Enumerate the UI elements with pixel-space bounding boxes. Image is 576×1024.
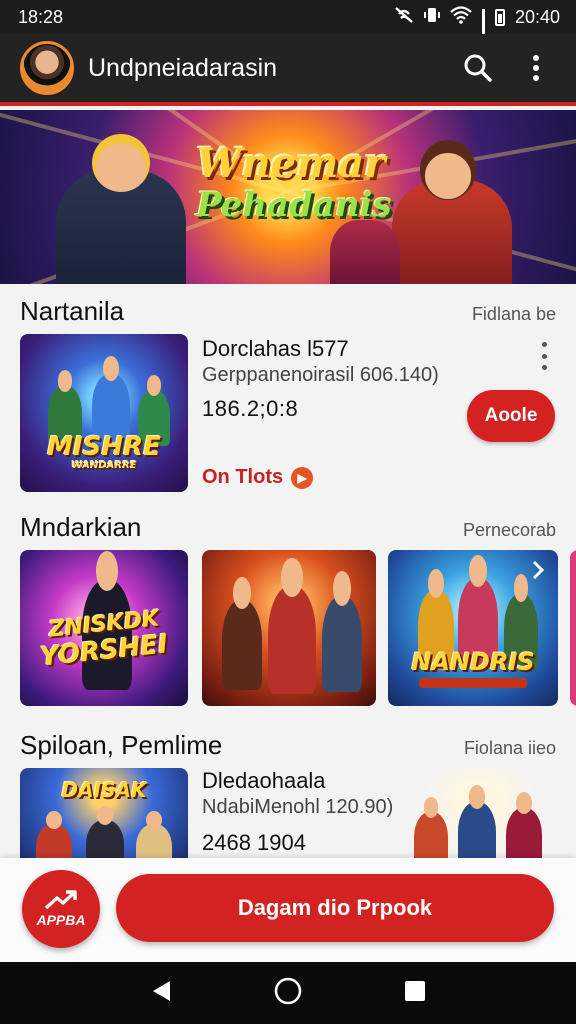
fab-label: APPBA: [36, 912, 86, 928]
card-logo-band: [418, 678, 528, 688]
section-title: Spiloan, Pemlime: [20, 730, 223, 760]
card-character: [322, 571, 362, 692]
item-menu-icon[interactable]: [536, 342, 552, 370]
screen: 18:28 20:40 Undpneiadarasin Wnemar Pehad…: [0, 0, 576, 1024]
cell-signal-icon: [481, 9, 485, 52]
see-more-link[interactable]: Pernecorab: [463, 520, 556, 541]
featured-price: 186.2;0:8: [202, 396, 299, 421]
primary-cta-button[interactable]: Dagam dio Prpook: [116, 874, 554, 942]
chevron-right-icon[interactable]: [526, 558, 550, 582]
trending-up-icon: [44, 890, 77, 910]
see-more-link[interactable]: Fidlana be: [472, 304, 556, 325]
home-icon[interactable]: [273, 976, 303, 1011]
status-icons: 20:40: [394, 5, 560, 52]
recents-icon[interactable]: [404, 980, 426, 1007]
art-character: [458, 784, 496, 864]
section-title: Mndarkian: [20, 512, 142, 542]
game-card[interactable]: [202, 550, 376, 706]
list-item-subtitle: NdabiMenohl 120.90): [202, 796, 394, 818]
game-card[interactable]: NANDRIS: [388, 550, 558, 706]
hero-character-right-head: [420, 140, 476, 200]
list-thumbnail[interactable]: DAISAK: [20, 768, 188, 864]
battery-icon: [494, 8, 505, 26]
hero-character-left-head: [92, 134, 150, 192]
play-arrow-icon: ▶: [291, 466, 314, 489]
card-character: [222, 576, 262, 690]
card-logo: NANDRIS: [411, 648, 535, 676]
see-more-link[interactable]: Fiolana iieo: [464, 738, 556, 759]
hero-title: Wnemar Pehadanis: [196, 140, 392, 225]
search-icon[interactable]: [458, 48, 498, 88]
list-item-art: [400, 768, 560, 864]
app-bar: Undpneiadarasin: [0, 34, 576, 106]
thumb-logo: MISHRE: [47, 432, 161, 462]
game-card[interactable]: ZNISKDK YORSHEI: [20, 550, 188, 706]
art-character: [506, 792, 542, 864]
featured-link[interactable]: On Tlots ▶: [202, 466, 314, 489]
app-title: Undpneiadarasin: [88, 53, 278, 82]
no-signal-icon: [394, 6, 414, 29]
hero-title-line2: Pehadanis: [196, 185, 392, 225]
list-item-title[interactable]: Dledaohaala: [202, 768, 326, 794]
hero-banner[interactable]: Wnemar Pehadanis: [0, 110, 576, 284]
list-item-price: 2468 1904: [202, 830, 306, 855]
fab-button[interactable]: APPBA: [22, 870, 100, 948]
section-title: Nartanila: [20, 296, 125, 326]
art-character: [414, 797, 448, 864]
bottom-action-bar: APPBA Dagam dio Prpook: [0, 858, 576, 962]
featured-thumbnail[interactable]: MISHRE WANDARRE: [20, 334, 188, 492]
featured-link-label: On Tlots: [202, 466, 284, 488]
featured-action-button[interactable]: Aoole: [467, 390, 555, 442]
status-bar: 18:28 20:40: [0, 0, 576, 52]
vibrate-icon: [423, 6, 440, 29]
hero-title-line1: Wnemar: [196, 140, 386, 187]
game-card-partial[interactable]: [570, 550, 576, 706]
avatar[interactable]: [20, 41, 74, 95]
section-header: Mndarkian Pernecorab: [20, 512, 556, 543]
thumb-logo-sub: WANDARRE: [71, 460, 137, 471]
back-icon[interactable]: [150, 979, 172, 1008]
section-header: Spiloan, Pemlime Fiolana iieo: [20, 730, 556, 761]
system-nav-bar: [0, 962, 576, 1024]
card-character: [268, 557, 316, 694]
featured-title[interactable]: Dorclahas l577: [202, 336, 349, 362]
status-time: 18:28: [18, 6, 64, 27]
hero-character-mid: [330, 220, 400, 284]
featured-subtitle: Gerppanenoirasil 606.140): [202, 364, 439, 386]
thumb-logo: DAISAK: [61, 778, 147, 802]
more-vert-icon[interactable]: [516, 48, 556, 88]
status-clock-right: 20:40: [514, 6, 560, 27]
wifi-icon: [450, 5, 472, 29]
section-header: Nartanila Fidlana be: [20, 296, 556, 327]
